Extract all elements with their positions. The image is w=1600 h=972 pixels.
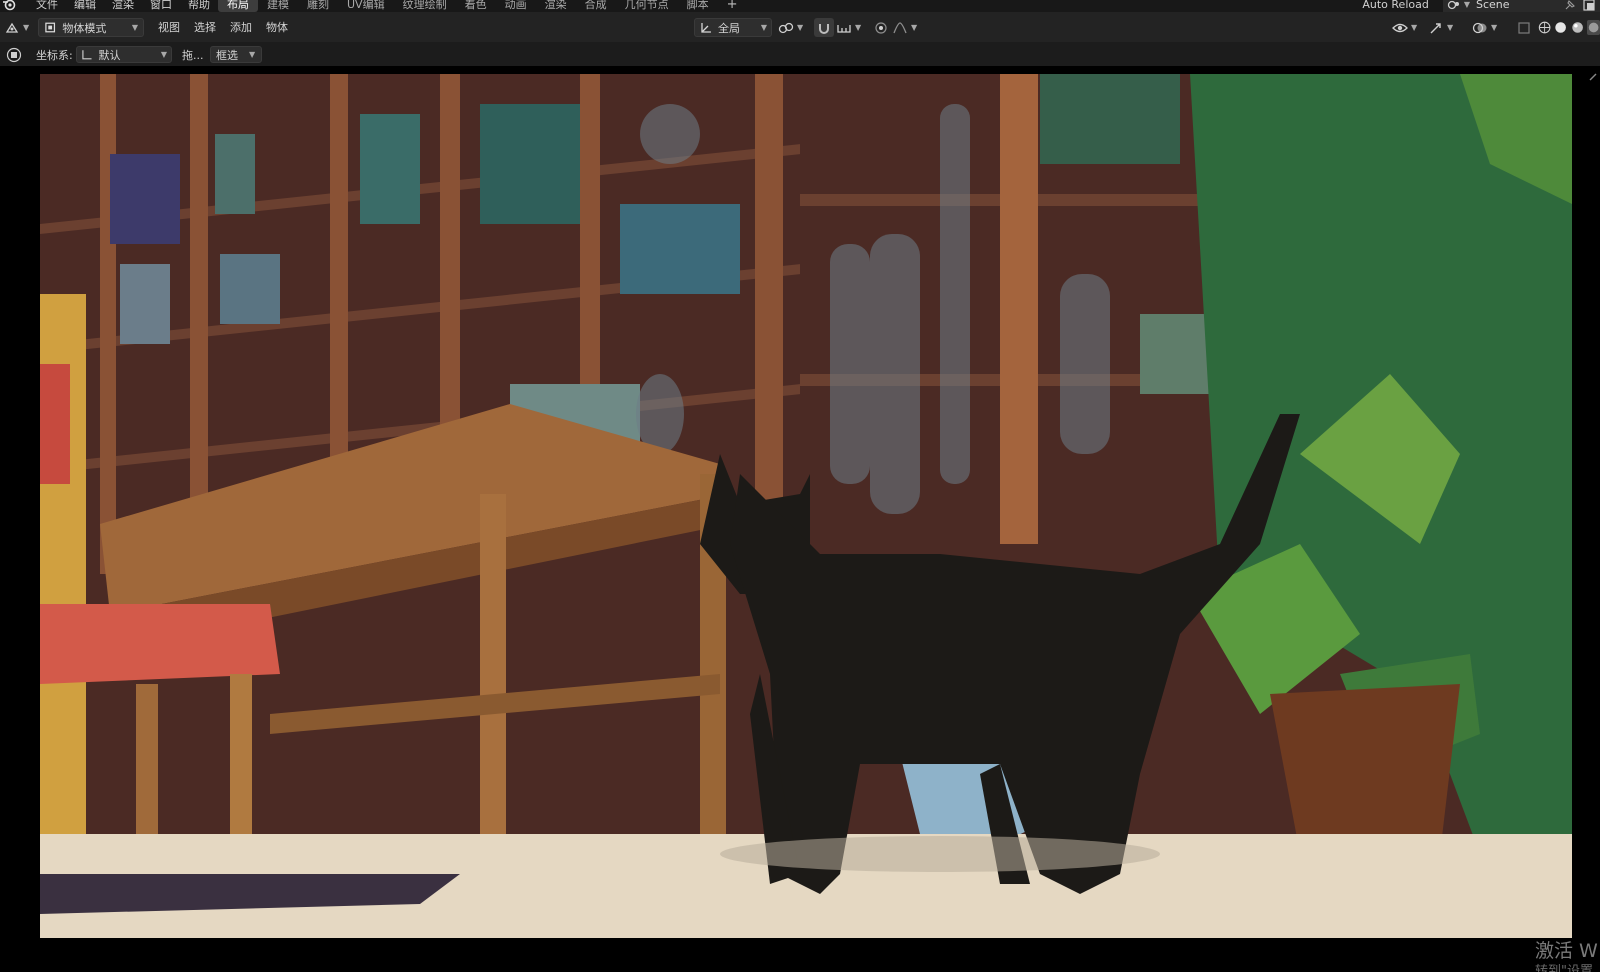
coordinate-system-label: 坐标系: — [36, 48, 73, 62]
object-mode-icon — [45, 22, 56, 33]
tab-uv-editing[interactable]: UV编辑 — [338, 0, 394, 12]
chevron-down-icon: ▼ — [911, 23, 918, 32]
menu-window[interactable]: 窗口 — [142, 0, 180, 12]
xray-toggle[interactable] — [1514, 18, 1534, 37]
coordinate-system-dropdown[interactable]: 默认 ▼ — [76, 46, 172, 63]
menu-select[interactable]: 选择 — [194, 19, 216, 35]
chevron-down-icon: ▼ — [760, 23, 767, 32]
tab-shading[interactable]: 着色 — [456, 0, 496, 12]
chevron-down-icon: ▼ — [23, 23, 30, 32]
select-box-icon — [6, 47, 22, 62]
material-preview-icon[interactable] — [1571, 20, 1584, 35]
axis-orientation-icon — [701, 22, 711, 33]
gizmo-dropdown[interactable]: ▼ — [1428, 18, 1458, 37]
workspace-tabs: 布局 建模 雕刻 UV编辑 纹理绘制 着色 动画 渲染 合成 几何节点 脚本 + — [218, 0, 746, 12]
activation-watermark: 激活 W — [1535, 940, 1598, 962]
proportional-edit-toggle[interactable] — [872, 18, 890, 37]
overlays-dropdown[interactable]: ▼ — [1472, 18, 1506, 37]
tab-texture-paint[interactable]: 纹理绘制 — [394, 0, 456, 12]
top-menu-bar: 文件 编辑 渲染 窗口 帮助 布局 建模 雕刻 UV编辑 纹理绘制 着色 动画 … — [0, 0, 1600, 12]
tool-settings-bar: 坐标系: 默认 ▼ 拖... 框选 ▼ — [0, 42, 1600, 66]
tab-rendering[interactable]: 渲染 — [536, 0, 576, 12]
tab-sculpting[interactable]: 雕刻 — [298, 0, 338, 12]
menu-render[interactable]: 渲染 — [104, 0, 142, 12]
menu-help[interactable]: 帮助 — [180, 0, 218, 12]
scene-selector[interactable]: ▼ Scene — [1442, 0, 1600, 12]
blender-logo-icon[interactable] — [2, 0, 16, 11]
flower-pot — [1270, 684, 1460, 854]
select-mode-dropdown[interactable]: 框选 ▼ — [210, 46, 262, 63]
gizmo-icon — [1430, 22, 1441, 33]
rendered-scene[interactable] — [40, 74, 1572, 938]
editor-type-icon — [5, 22, 19, 33]
snap-toggle[interactable] — [814, 18, 834, 37]
add-workspace-button[interactable]: + — [718, 0, 747, 12]
falloff-curve-icon — [893, 21, 907, 33]
activation-watermark-subtext: 转到"设置 — [1535, 964, 1593, 972]
new-scene-icon[interactable] — [1582, 0, 1596, 11]
tab-animation[interactable]: 动画 — [496, 0, 536, 12]
falloff-dropdown[interactable]: ▼ — [892, 18, 920, 37]
mode-label: 物体模式 — [62, 21, 107, 35]
pivot-point-dropdown[interactable]: ▼ — [778, 18, 810, 37]
render-image — [40, 74, 1572, 938]
rendered-shading-icon[interactable] — [1586, 20, 1600, 35]
editor-type-selector[interactable]: ▼ — [4, 18, 34, 37]
solid-shading-icon[interactable] — [1554, 20, 1567, 35]
overlays-icon — [1472, 22, 1487, 33]
3d-viewport[interactable]: 激活 W 转到"设置 — [0, 66, 1600, 972]
eye-icon — [1392, 23, 1408, 32]
main-menu: 文件 编辑 渲染 窗口 帮助 — [28, 0, 218, 12]
scene-icon — [1447, 0, 1459, 9]
chevron-down-icon: ▼ — [160, 50, 167, 59]
proportional-edit-icon — [875, 21, 887, 34]
chevron-down-icon: ▼ — [1411, 23, 1418, 32]
wireframe-shading-icon[interactable] — [1538, 20, 1551, 35]
chevron-down-icon: ▼ — [249, 50, 256, 59]
viewport-header: ▼ 物体模式 ▼ 视图 选择 添加 物体 全局 ▼ ▼ ▼ ▼ ▼ ▼ ▼ — [0, 12, 1600, 42]
snap-target-dropdown[interactable]: ▼ — [836, 18, 866, 37]
orientation-label: 全局 — [717, 21, 740, 35]
select-mode-value: 框选 — [216, 48, 238, 62]
tab-layout[interactable]: 布局 — [218, 0, 258, 12]
tab-compositing[interactable]: 合成 — [576, 0, 616, 12]
coordinate-system-value: 默认 — [98, 48, 121, 62]
top-right-controls: Auto Reload ▼ Scene — [1362, 0, 1600, 12]
mode-dropdown[interactable]: 物体模式 ▼ — [38, 18, 144, 37]
snap-increment-icon — [837, 24, 851, 33]
chevron-down-icon: ▼ — [1447, 23, 1454, 32]
xray-icon — [1518, 21, 1530, 34]
chevron-down-icon: ▼ — [797, 23, 804, 32]
transform-axes-icon — [82, 49, 92, 59]
pivot-link-icon — [778, 22, 794, 33]
auto-reload-label[interactable]: Auto Reload — [1362, 0, 1428, 11]
menu-object[interactable]: 物体 — [266, 19, 288, 35]
pin-icon[interactable] — [1564, 0, 1576, 11]
menu-edit[interactable]: 编辑 — [66, 0, 104, 12]
chevron-down-icon: ▼ — [131, 23, 138, 32]
tab-geometry-nodes[interactable]: 几何节点 — [616, 0, 678, 12]
transform-orientation-dropdown[interactable]: 全局 ▼ — [694, 18, 772, 37]
drag-label: 拖... — [182, 48, 204, 62]
chevron-down-icon: ▼ — [1491, 23, 1498, 32]
tab-scripting[interactable]: 脚本 — [678, 0, 718, 12]
menu-view[interactable]: 视图 — [158, 19, 180, 35]
collapse-sidebar-icon[interactable] — [1576, 66, 1600, 90]
visibility-dropdown[interactable]: ▼ — [1392, 18, 1422, 37]
shading-mode-buttons — [1538, 18, 1600, 37]
chevron-down-icon: ▼ — [855, 23, 862, 32]
menu-add[interactable]: 添加 — [230, 19, 252, 35]
menu-file[interactable]: 文件 — [28, 0, 66, 12]
magnet-icon — [819, 23, 829, 34]
tab-modeling[interactable]: 建模 — [258, 0, 298, 12]
active-tool-indicator[interactable] — [6, 46, 24, 63]
scene-name[interactable]: Scene — [1470, 0, 1564, 11]
